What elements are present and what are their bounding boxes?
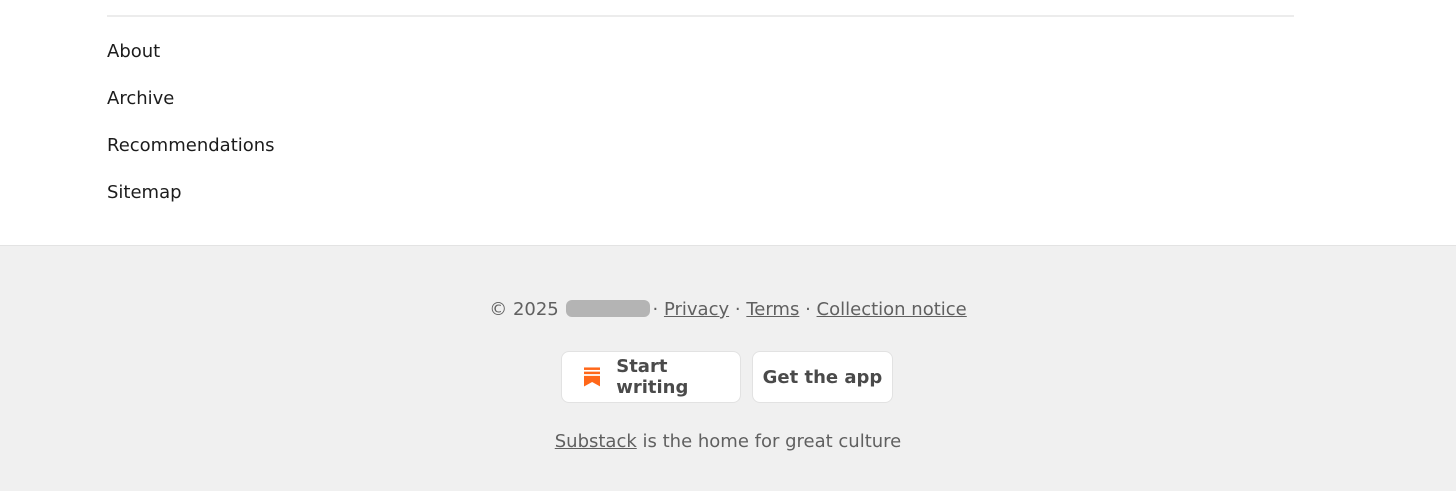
get-the-app-label: Get the app (762, 366, 883, 388)
page-footer-nav-section: About Archive Recommendations Sitemap (0, 0, 1456, 245)
nav-link-recommendations[interactable]: Recommendations (107, 130, 275, 177)
tagline-text: is the home for great culture (636, 431, 902, 452)
start-writing-button[interactable]: Start writing (561, 351, 741, 403)
nav-link-sitemap[interactable]: Sitemap (107, 177, 275, 224)
section-divider (107, 15, 1294, 17)
get-the-app-button[interactable]: Get the app (752, 351, 893, 403)
start-writing-label: Start writing (616, 356, 689, 398)
collection-notice-link[interactable]: Collection notice (817, 299, 967, 320)
tagline: Substack is the home for great culture (0, 431, 1456, 452)
substack-link[interactable]: Substack (555, 431, 637, 452)
substack-logo-icon (584, 367, 601, 387)
terms-link[interactable]: Terms (746, 299, 799, 320)
separator: · (652, 299, 659, 320)
nav-link-archive[interactable]: Archive (107, 83, 275, 130)
privacy-link[interactable]: Privacy (664, 299, 729, 320)
footer-nav-list: About Archive Recommendations Sitemap (107, 36, 275, 224)
site-footer: © 2025 · Privacy · Terms · Collection no… (0, 245, 1456, 491)
separator: · (734, 299, 741, 320)
separator: · (805, 299, 811, 320)
footer-buttons: Start writing Get the app (0, 351, 1455, 403)
nav-link-about[interactable]: About (107, 36, 275, 83)
copyright-text: © 2025 (489, 299, 559, 320)
redacted-publication-name (566, 300, 651, 317)
legal-line: © 2025 · Privacy · Terms · Collection no… (0, 299, 1456, 320)
